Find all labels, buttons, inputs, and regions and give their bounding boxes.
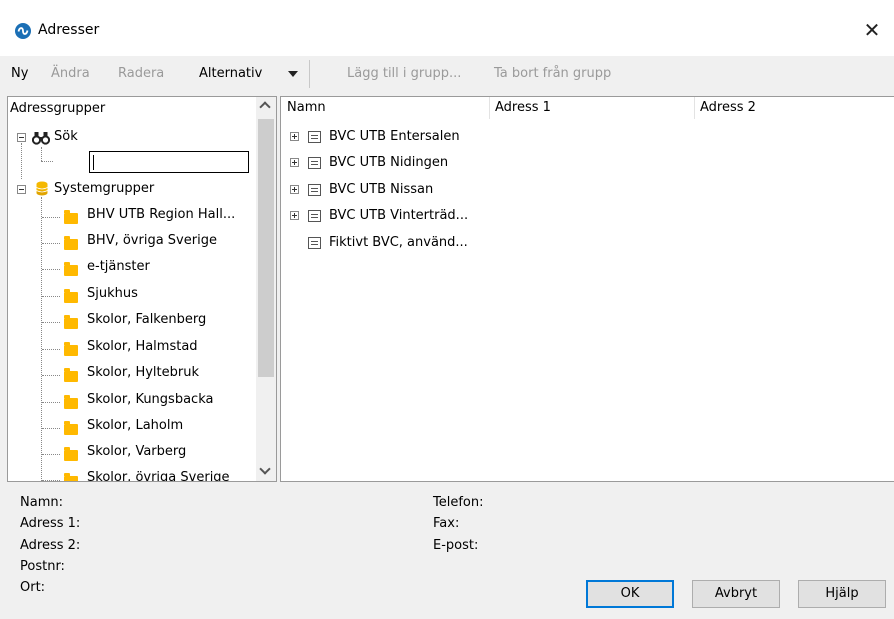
folder-icon: [64, 447, 78, 461]
address-card-icon: [308, 184, 321, 196]
folder-icon: [64, 210, 78, 224]
folder-icon: [64, 342, 78, 356]
folder-icon: [64, 289, 78, 303]
tree-item-system-groups[interactable]: Systemgrupper: [54, 181, 154, 196]
tree-collapse-icon[interactable]: [17, 185, 26, 194]
options-menu-button[interactable]: Alternativ: [199, 66, 262, 81]
column-header-address2[interactable]: Adress 2: [700, 100, 756, 115]
detail-label-city: Ort:: [20, 580, 46, 595]
detail-label-address2: Adress 2:: [20, 538, 81, 553]
text-caret: [93, 155, 94, 170]
expand-icon[interactable]: [290, 211, 299, 220]
search-input[interactable]: [89, 151, 249, 173]
help-button[interactable]: Hjälp: [798, 580, 886, 608]
address-card-icon: [308, 237, 321, 249]
scroll-down-icon[interactable]: [259, 463, 271, 475]
folder-icon: [64, 236, 78, 250]
chevron-down-icon[interactable]: [288, 71, 298, 77]
address-card-icon: [308, 157, 321, 169]
binoculars-icon: [32, 132, 50, 145]
scroll-up-icon[interactable]: [259, 101, 271, 113]
folder-icon: [64, 315, 78, 329]
window-title: Adresser: [38, 22, 100, 38]
toolbar: Ny Ändra Radera Alternativ Lägg till i g…: [0, 56, 894, 92]
detail-label-address1: Adress 1:: [20, 516, 81, 531]
expand-icon[interactable]: [290, 158, 299, 167]
add-to-group-button[interactable]: Lägg till i grupp...: [347, 66, 461, 81]
address-group-tree[interactable]: Adressgrupper Sök Systemgrupper BHV UTB …: [7, 96, 277, 482]
tree-scrollbar[interactable]: [256, 97, 276, 481]
detail-label-name: Namn:: [20, 495, 63, 510]
expand-icon[interactable]: [290, 132, 299, 141]
detail-label-email: E-post:: [433, 538, 479, 553]
folder-icon: [64, 395, 78, 409]
address-card-icon: [308, 131, 321, 143]
close-icon[interactable]: ✕: [854, 14, 890, 46]
title-bar: Adresser ✕: [0, 0, 894, 56]
tree-collapse-icon[interactable]: [17, 133, 26, 142]
detail-label-postcode: Postnr:: [20, 559, 65, 574]
ok-button[interactable]: OK: [586, 580, 674, 608]
detail-label-phone: Telefon:: [433, 495, 484, 510]
folder-icon: [64, 368, 78, 382]
database-icon: [36, 181, 48, 196]
toolbar-separator: [309, 60, 310, 88]
edit-button[interactable]: Ändra: [51, 66, 90, 81]
remove-from-group-button[interactable]: Ta bort från grupp: [494, 66, 611, 81]
detail-label-fax: Fax:: [433, 516, 460, 531]
app-logo-icon: [15, 23, 31, 39]
cancel-button[interactable]: Avbryt: [692, 580, 780, 608]
tree-header: Adressgrupper: [10, 101, 106, 116]
folder-icon: [64, 473, 78, 481]
delete-button[interactable]: Radera: [118, 66, 164, 81]
expand-icon[interactable]: [290, 185, 299, 194]
address-list[interactable]: Namn Adress 1 Adress 2 BVC UTB Entersale…: [280, 96, 894, 482]
column-header-address1[interactable]: Adress 1: [495, 100, 551, 115]
tree-item-search[interactable]: Sök: [54, 129, 78, 144]
folder-icon: [64, 262, 78, 276]
scrollbar-thumb[interactable]: [258, 119, 274, 377]
folder-icon: [64, 421, 78, 435]
column-header-name[interactable]: Namn: [287, 100, 326, 115]
address-card-icon: [308, 210, 321, 222]
new-button[interactable]: Ny: [11, 66, 28, 81]
